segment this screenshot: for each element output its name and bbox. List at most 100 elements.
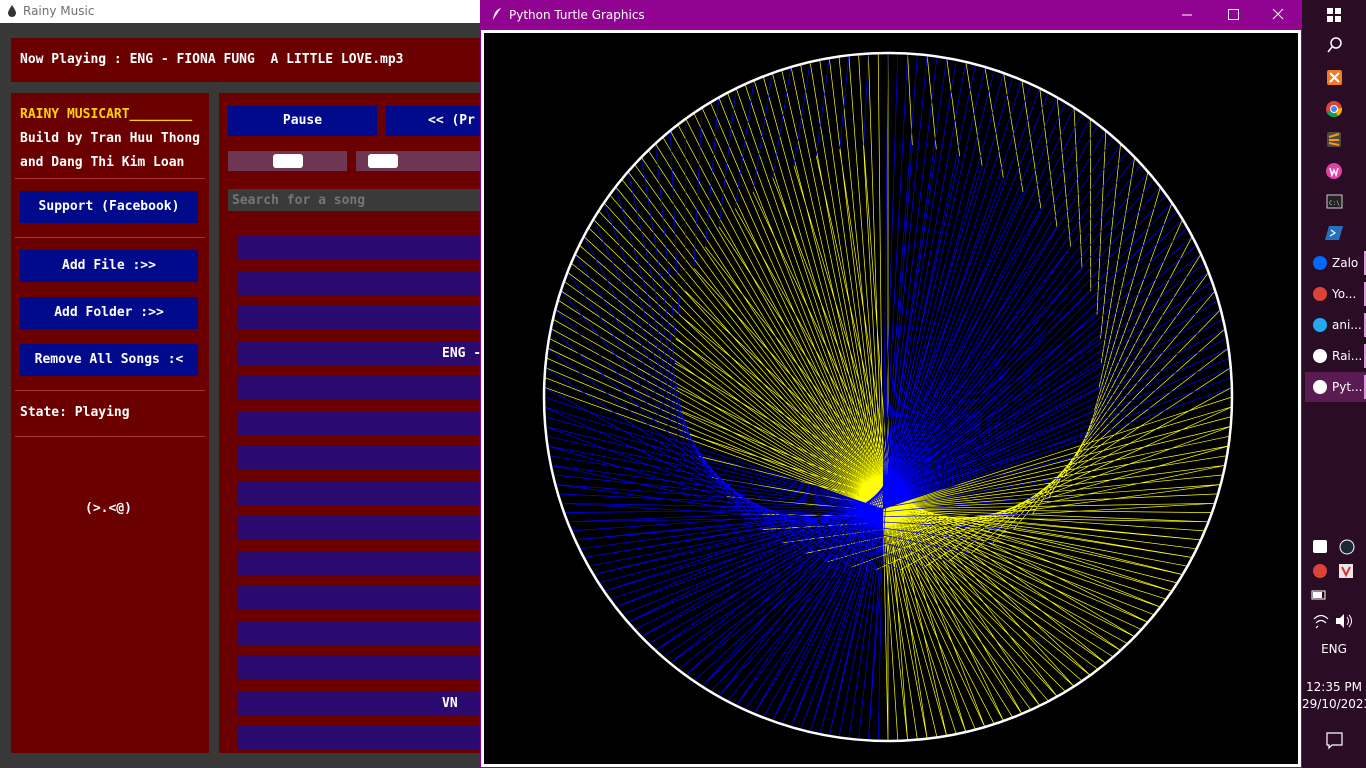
song-list-item[interactable]: VN xyxy=(238,691,480,715)
support-button[interactable]: Support (Facebook) xyxy=(20,191,198,223)
song-title: ENG - xyxy=(442,346,480,361)
xampp-icon xyxy=(1327,70,1342,85)
divider xyxy=(15,436,205,437)
maximize-button[interactable] xyxy=(1210,0,1256,30)
previous-button[interactable]: << (Pr xyxy=(386,106,480,136)
song-list-item[interactable] xyxy=(238,726,480,750)
taskbar-app-label: Rai... xyxy=(1332,349,1363,363)
tray-status[interactable] xyxy=(1302,583,1366,607)
taskbar-app[interactable]: Zalo xyxy=(1305,248,1366,278)
song-list-item[interactable] xyxy=(238,271,480,295)
chrome-button[interactable] xyxy=(1302,93,1366,124)
taskbar-app[interactable]: Yo... xyxy=(1305,279,1366,309)
rainy-icon xyxy=(1313,349,1327,363)
maximize-icon xyxy=(1228,9,1239,20)
now-playing-text: Now Playing : ENG - FIONA FUNG A LITTLE … xyxy=(20,52,404,67)
chrome-icon xyxy=(1326,101,1343,118)
add-folder-button[interactable]: Add Folder :>> xyxy=(20,297,198,329)
close-icon xyxy=(1272,8,1284,20)
song-title: VN xyxy=(442,696,458,711)
powershell-icon xyxy=(1325,226,1343,240)
yellow-strings xyxy=(543,53,1233,742)
taskbar-app-label: Pyt... xyxy=(1332,380,1363,394)
rainy-music-body: Now Playing : ENG - FIONA FUNG A LITTLE … xyxy=(0,23,480,768)
language-indicator[interactable]: ENG xyxy=(1302,642,1366,656)
desktop: Rainy Music Now Playing : ENG - FIONA FU… xyxy=(0,0,1366,768)
tray-icons-grid xyxy=(1313,539,1355,578)
speaker-icon xyxy=(1336,614,1352,628)
song-list-item[interactable] xyxy=(238,656,480,680)
song-list-item[interactable] xyxy=(238,446,480,470)
divider xyxy=(15,178,205,179)
volume-slider-knob[interactable] xyxy=(272,154,303,168)
cmd-button[interactable]: C:\ xyxy=(1302,186,1366,217)
clock-date[interactable]: 29/10/2023 xyxy=(1302,697,1366,711)
song-list-item[interactable] xyxy=(238,481,480,505)
turtle-titlebar[interactable]: Python Turtle Graphics xyxy=(480,0,1302,30)
add-file-button[interactable]: Add File :>> xyxy=(20,250,198,282)
rainy-music-window: Rainy Music Now Playing : ENG - FIONA FU… xyxy=(0,0,480,768)
windows-icon xyxy=(1327,8,1341,22)
divider xyxy=(15,237,205,238)
song-list-item[interactable] xyxy=(238,376,480,400)
rainy-app-icon xyxy=(8,5,16,17)
song-list-item[interactable] xyxy=(238,586,480,610)
credit-line-2: and Dang Thi Kim Loan xyxy=(20,155,185,170)
svg-text:C:\: C:\ xyxy=(1329,200,1340,207)
turtle-canvas-frame xyxy=(481,30,1301,767)
cmd-icon: C:\ xyxy=(1326,194,1343,209)
remove-all-songs-button[interactable]: Remove All Songs :< xyxy=(20,344,198,376)
python-feather-icon xyxy=(1313,380,1327,394)
steam-icon xyxy=(1339,539,1355,555)
notifications-button[interactable] xyxy=(1302,727,1366,755)
rainy-music-titlebar[interactable]: Rainy Music xyxy=(0,0,480,23)
credit-line-1: Build by Tran Huu Thong xyxy=(20,131,201,146)
taskbar-app[interactable]: Rai... xyxy=(1305,341,1366,371)
taskbar-app-label: Yo... xyxy=(1332,287,1357,301)
xampp-button[interactable] xyxy=(1302,62,1366,93)
taskbar-app-label: Zalo xyxy=(1332,256,1359,270)
wps-button[interactable] xyxy=(1302,155,1366,186)
song-list-item[interactable] xyxy=(238,236,480,260)
taskbar-app[interactable]: Pyt... xyxy=(1305,372,1366,402)
song-list-item[interactable] xyxy=(238,516,480,540)
turtle-title: Python Turtle Graphics xyxy=(509,8,645,22)
minimize-icon xyxy=(1182,14,1192,16)
powershell-button[interactable] xyxy=(1302,217,1366,248)
zalo-icon xyxy=(1313,256,1327,270)
song-list-item[interactable] xyxy=(238,411,480,435)
rainy-music-title: Rainy Music xyxy=(23,4,95,18)
turtle-canvas[interactable] xyxy=(484,33,1298,764)
notification-icon xyxy=(1326,732,1343,750)
wps-icon xyxy=(1326,163,1342,179)
search-input[interactable] xyxy=(228,189,480,211)
song-list-item[interactable] xyxy=(238,306,480,330)
tray-icons[interactable] xyxy=(1302,533,1366,583)
close-button[interactable] xyxy=(1256,0,1302,30)
clock-time[interactable]: 12:35 PM xyxy=(1302,680,1366,694)
taskbar-app-label: ani... xyxy=(1332,318,1362,332)
taskbar-app[interactable]: ani... xyxy=(1305,310,1366,340)
pause-button[interactable]: Pause xyxy=(228,106,377,136)
minimize-button[interactable] xyxy=(1164,0,1210,30)
zalo-tray-icon xyxy=(1313,540,1327,553)
search-icon xyxy=(1327,37,1342,53)
start-button[interactable] xyxy=(1302,0,1366,31)
python-feather-icon xyxy=(493,8,501,20)
player-state: State: Playing xyxy=(20,405,130,420)
search-button[interactable] xyxy=(1302,30,1366,61)
turtle-drawing xyxy=(542,51,1234,743)
turtle-window: Python Turtle Graphics xyxy=(480,0,1302,768)
sidebar: RAINY MUSICART________ Build by Tran Huu… xyxy=(11,93,209,753)
progress-slider[interactable] xyxy=(356,151,480,171)
song-list-item[interactable] xyxy=(238,621,480,645)
song-list-item[interactable]: ENG - xyxy=(238,341,480,365)
battery-icon xyxy=(1311,590,1326,600)
sublime-icon xyxy=(1327,132,1341,147)
sublime-button[interactable] xyxy=(1302,124,1366,155)
volume-slider[interactable] xyxy=(228,151,347,171)
progress-slider-knob[interactable] xyxy=(368,154,399,168)
song-list-item[interactable] xyxy=(238,551,480,575)
chrome-tray-icon xyxy=(1313,564,1327,578)
network-volume[interactable] xyxy=(1302,608,1366,634)
